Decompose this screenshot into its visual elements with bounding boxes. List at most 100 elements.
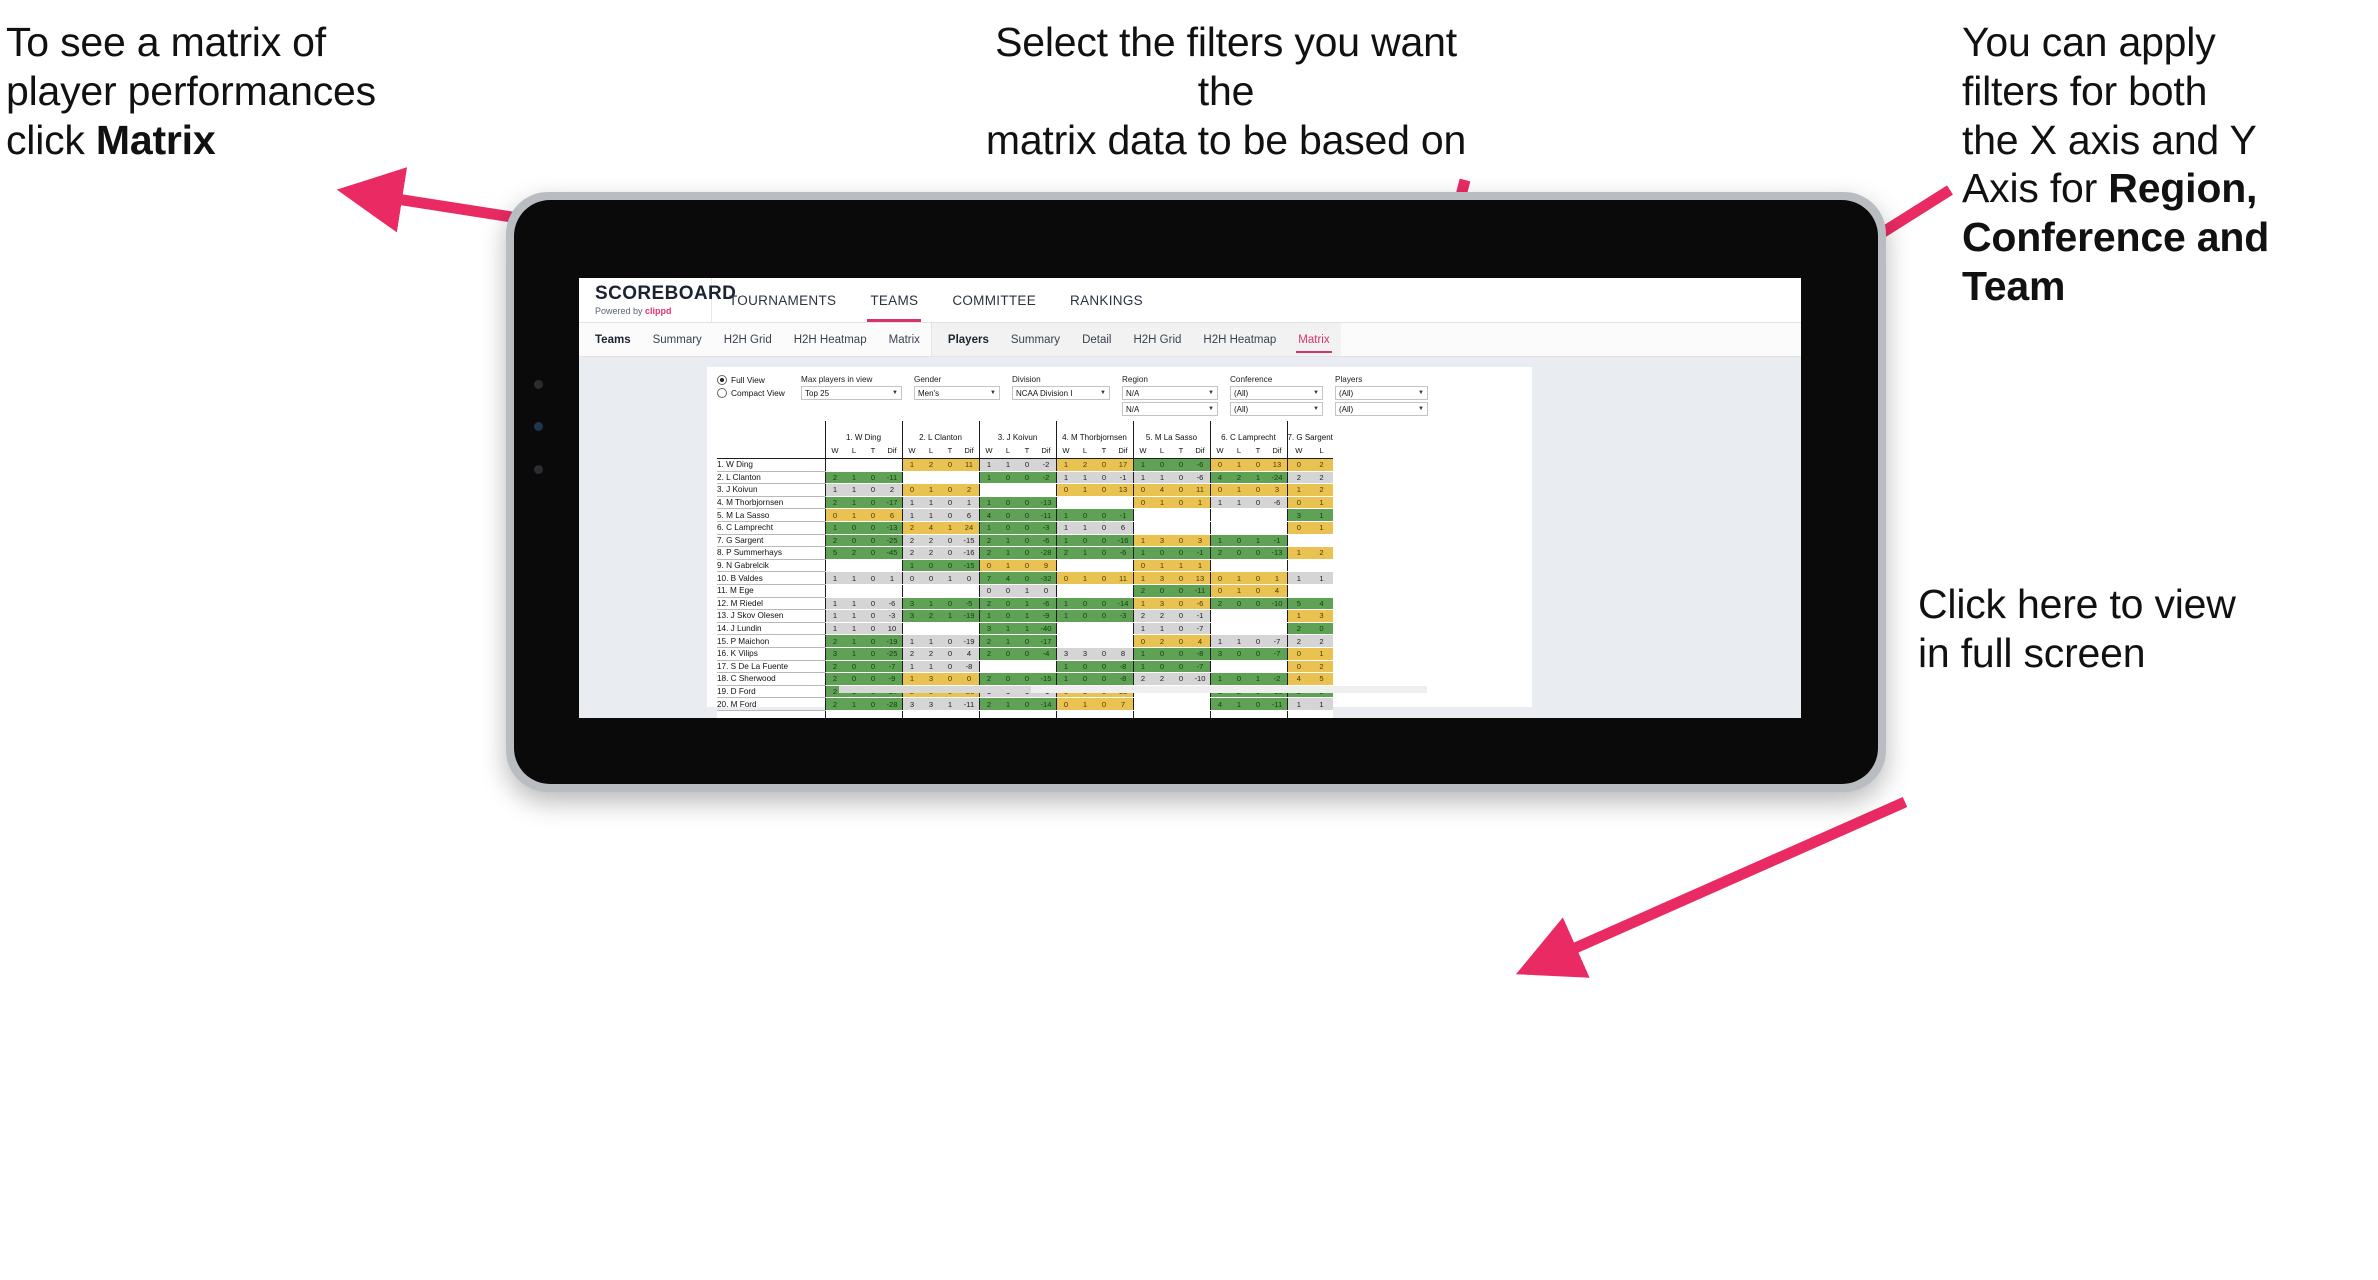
- matrix-cell[interactable]: 2: [1310, 458, 1333, 472]
- matrix-cell[interactable]: 0: [1094, 597, 1114, 611]
- matrix-cell[interactable]: 0: [1171, 597, 1191, 611]
- matrix-cell[interactable]: 1: [1132, 571, 1153, 585]
- matrix-cell[interactable]: 1: [1055, 508, 1076, 522]
- matrix-cell[interactable]: 4: [1209, 471, 1230, 485]
- matrix-cell[interactable]: -19: [959, 634, 979, 648]
- matrix-cell[interactable]: [959, 622, 979, 636]
- matrix-cell[interactable]: 1: [1229, 496, 1249, 510]
- matrix-cell[interactable]: -25: [882, 534, 902, 548]
- matrix-cell[interactable]: 1: [1055, 672, 1076, 686]
- matrix-cell[interactable]: [1209, 559, 1230, 573]
- matrix-cell[interactable]: [1113, 622, 1133, 636]
- matrix-cell[interactable]: [1248, 521, 1268, 535]
- matrix-cell[interactable]: 2: [1132, 584, 1153, 598]
- matrix-cell[interactable]: 3: [1190, 534, 1210, 548]
- scoreboard-logo[interactable]: SCOREBOARD Powered by clippd: [579, 278, 736, 322]
- matrix-cell[interactable]: -15: [959, 559, 979, 573]
- matrix-cell[interactable]: 4: [1286, 672, 1311, 686]
- matrix-cell[interactable]: 0: [978, 584, 999, 598]
- subnav-players-summary[interactable]: Summary: [1000, 323, 1071, 356]
- matrix-cell[interactable]: [844, 584, 864, 598]
- matrix-cell[interactable]: 2: [1286, 634, 1311, 648]
- matrix-cell[interactable]: 4: [998, 571, 1018, 585]
- matrix-cell[interactable]: 1: [1055, 471, 1076, 485]
- matrix-cell[interactable]: -13: [882, 521, 902, 535]
- matrix-cell[interactable]: 0: [1171, 584, 1191, 598]
- matrix-cell[interactable]: -45: [882, 546, 902, 560]
- matrix-cell[interactable]: [1190, 697, 1210, 711]
- matrix-cell[interactable]: 0: [1171, 546, 1191, 560]
- matrix-cell[interactable]: 0: [863, 672, 883, 686]
- matrix-cell[interactable]: 0: [1075, 660, 1095, 674]
- matrix-table-wrapper[interactable]: 1. W Ding 2. L Clanton 3. J Koivun 4. M Tho…: [717, 421, 1526, 718]
- matrix-cell[interactable]: 2: [1310, 634, 1333, 648]
- matrix-cell[interactable]: 1: [1017, 584, 1037, 598]
- matrix-cell[interactable]: 0: [1286, 496, 1311, 510]
- matrix-cell[interactable]: [1017, 660, 1037, 674]
- matrix-cell[interactable]: 0: [863, 496, 883, 510]
- matrix-cell[interactable]: 1: [921, 508, 941, 522]
- matrix-cell[interactable]: 0: [1094, 546, 1114, 560]
- matrix-cell[interactable]: [1152, 521, 1172, 535]
- horizontal-scrollbar[interactable]: [839, 686, 1427, 693]
- matrix-cell[interactable]: 0: [1286, 647, 1311, 661]
- matrix-cell[interactable]: 17: [1113, 458, 1133, 472]
- matrix-cell[interactable]: 1: [998, 546, 1018, 560]
- matrix-cell[interactable]: 1: [1171, 559, 1191, 573]
- matrix-cell[interactable]: 0: [1094, 458, 1114, 472]
- matrix-cell[interactable]: 2: [978, 634, 999, 648]
- matrix-cell[interactable]: 3: [1152, 597, 1172, 611]
- table-row[interactable]: 4. M Thorbjornsen 2 1 0 -17 1 1 0 1 1 0 0 -13 0 1 0 1 1 1 0…: [717, 496, 1333, 510]
- matrix-cell[interactable]: 0: [1152, 458, 1172, 472]
- matrix-cell[interactable]: [1248, 660, 1268, 674]
- matrix-cell[interactable]: [901, 622, 922, 636]
- matrix-cell[interactable]: 1: [978, 458, 999, 472]
- matrix-cell[interactable]: 0: [863, 521, 883, 535]
- matrix-cell[interactable]: 2: [1152, 609, 1172, 623]
- matrix-cell[interactable]: 1: [978, 609, 999, 623]
- matrix-cell[interactable]: 2: [844, 546, 864, 560]
- matrix-cell[interactable]: 1: [1310, 697, 1333, 711]
- matrix-cell[interactable]: [1229, 622, 1249, 636]
- matrix-cell[interactable]: 1: [940, 571, 960, 585]
- matrix-cell[interactable]: -24: [1267, 471, 1287, 485]
- matrix-cell[interactable]: 0: [863, 546, 883, 560]
- matrix-cell[interactable]: 1: [844, 571, 864, 585]
- matrix-cell[interactable]: 1: [1310, 647, 1333, 661]
- matrix-cell[interactable]: 10: [882, 622, 902, 636]
- matrix-cell[interactable]: 1: [1055, 609, 1076, 623]
- matrix-cell[interactable]: 2: [1132, 609, 1153, 623]
- matrix-cell[interactable]: [1267, 609, 1287, 623]
- matrix-cell[interactable]: 4: [1152, 483, 1172, 497]
- matrix-cell[interactable]: 9: [1036, 559, 1056, 573]
- matrix-cell[interactable]: -7: [1267, 647, 1287, 661]
- matrix-cell[interactable]: 0: [998, 471, 1018, 485]
- matrix-cell[interactable]: [1055, 622, 1076, 636]
- matrix-cell[interactable]: 4: [1267, 584, 1287, 598]
- matrix-cell[interactable]: [1286, 534, 1311, 548]
- matrix-cell[interactable]: -28: [1036, 546, 1056, 560]
- matrix-cell[interactable]: [978, 660, 999, 674]
- matrix-cell[interactable]: 6: [1113, 521, 1133, 535]
- matrix-cell[interactable]: 0: [1171, 496, 1191, 510]
- matrix-cell[interactable]: 1: [844, 622, 864, 636]
- matrix-cell[interactable]: -8: [959, 660, 979, 674]
- matrix-cell[interactable]: 0: [1310, 622, 1333, 636]
- matrix-cell[interactable]: 0: [1209, 571, 1230, 585]
- matrix-cell[interactable]: 1: [882, 571, 902, 585]
- matrix-cell[interactable]: [921, 622, 941, 636]
- matrix-cell[interactable]: -11: [1267, 697, 1287, 711]
- matrix-cell[interactable]: 1: [901, 559, 922, 573]
- matrix-cell[interactable]: 0: [921, 559, 941, 573]
- topnav-item-teams[interactable]: TEAMS: [853, 278, 935, 322]
- matrix-cell[interactable]: 1: [1055, 458, 1076, 472]
- matrix-cell[interactable]: 2: [824, 496, 845, 510]
- matrix-cell[interactable]: 0: [940, 647, 960, 661]
- matrix-cell[interactable]: 0: [1152, 584, 1172, 598]
- matrix-cell[interactable]: [959, 584, 979, 598]
- matrix-cell[interactable]: 0: [1132, 634, 1153, 648]
- matrix-cell[interactable]: 8: [1113, 647, 1133, 661]
- matrix-cell[interactable]: 1: [1075, 697, 1095, 711]
- matrix-cell[interactable]: [1286, 584, 1311, 598]
- matrix-cell[interactable]: 6: [882, 508, 902, 522]
